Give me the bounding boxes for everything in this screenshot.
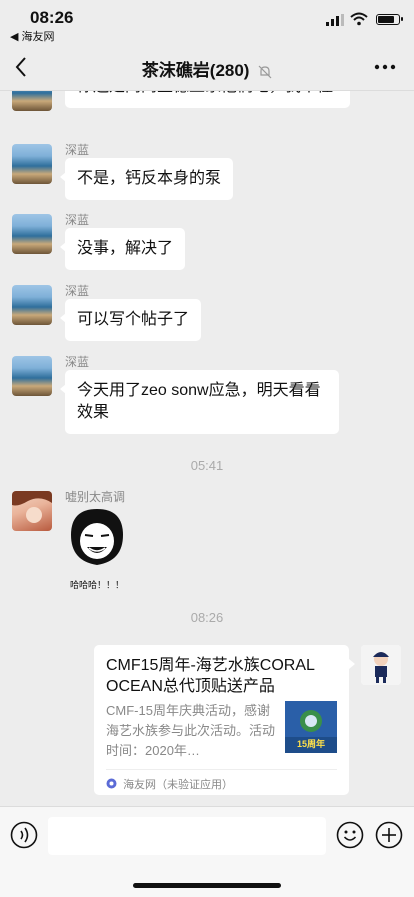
card-source-label: 海友网（未验证应用）: [123, 779, 234, 791]
chat-messages[interactable]: 你还是问问墨德上家他们吧，我不懂 深蓝 不是，钙反本身的泵 深蓝 没事，解决了 …: [0, 91, 414, 806]
emoji-icon[interactable]: [336, 821, 364, 849]
more-options-icon[interactable]: [374, 64, 396, 70]
mute-bell-icon: [258, 65, 272, 78]
card-title: CMF15周年-海艺水族CORAL OCEAN总代顶贴送产品: [106, 657, 315, 695]
wifi-icon: [350, 12, 368, 26]
sender-name: 嘘别太高调: [65, 490, 126, 504]
message-bubble[interactable]: 没事，解决了: [59, 228, 186, 270]
message-bubble[interactable]: 不是，钙反本身的泵: [59, 158, 234, 200]
avatar[interactable]: [12, 285, 52, 325]
message-input[interactable]: [48, 817, 326, 855]
cellular-signal-icon: [326, 14, 344, 26]
chat-title-text: 茶沫礁岩(280): [141, 61, 250, 80]
sticker-image[interactable]: 哈哈哈！！！: [65, 505, 129, 590]
battery-icon: [376, 14, 403, 25]
timestamp: 05:41: [190, 458, 224, 473]
avatar[interactable]: [12, 144, 52, 184]
sender-name: 深蓝: [65, 143, 90, 157]
thumb-text: 15周年: [296, 739, 325, 749]
status-time: 08:26: [30, 8, 74, 27]
mini-program-icon: [106, 778, 117, 789]
avatar[interactable]: [12, 491, 52, 531]
back-to-app-link[interactable]: ◀ 海友网: [10, 28, 55, 44]
more-functions-plus-icon[interactable]: [375, 821, 403, 849]
avatar[interactable]: [12, 91, 52, 111]
timestamp: 08:26: [190, 610, 224, 625]
sender-name: 深蓝: [65, 355, 90, 369]
card-source: 海友网（未验证应用）: [106, 769, 337, 792]
link-card[interactable]: CMF15周年-海艺水族CORAL OCEAN总代顶贴送产品 CMF-15周年庆…: [94, 645, 355, 795]
chat-title: 茶沫礁岩(280): [0, 56, 414, 81]
card-thumbnail: 15周年: [285, 701, 337, 753]
message-bubble[interactable]: 今天用了zeo sonw应急，明天看看效果: [60, 370, 339, 434]
avatar[interactable]: [12, 214, 52, 254]
my-avatar[interactable]: [361, 645, 401, 685]
sender-name: 深蓝: [65, 213, 90, 227]
home-indicator[interactable]: [133, 883, 281, 888]
chat-header: 茶沫礁岩(280): [0, 44, 414, 91]
message-bubble[interactable]: 你还是问问墨德上家他们吧，我不懂: [65, 91, 350, 108]
voice-input-icon[interactable]: [10, 821, 38, 849]
card-description: CMF-15周年庆典活动，感谢海艺水族参与此次活动。活动时间：2020年…: [106, 703, 276, 758]
sender-name: 深蓝: [65, 284, 90, 298]
avatar[interactable]: [12, 356, 52, 396]
status-bar: 08:26 ◀ 海友网: [0, 0, 414, 44]
sticker-caption: 哈哈哈！！！: [69, 580, 124, 590]
message-bubble[interactable]: 可以写个帖子了: [59, 299, 202, 341]
